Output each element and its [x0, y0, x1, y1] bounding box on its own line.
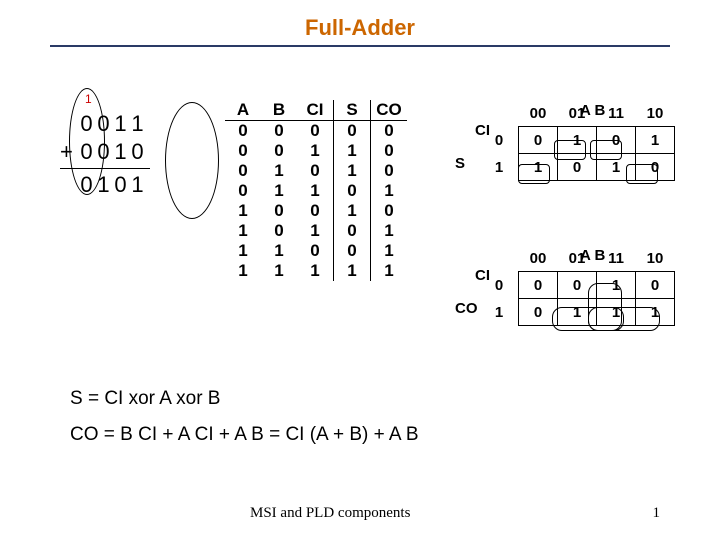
equations: S = CI xor A xor B CO = B CI + A CI + A … — [70, 388, 419, 460]
table-row: 10101 — [225, 221, 407, 241]
kmap-s-output-label: S — [455, 155, 465, 172]
kmap-s: A B CI S 00011110 0 0101 1 1010 — [480, 100, 675, 181]
oval-annotation-2 — [165, 102, 219, 219]
table-row: 00000 — [225, 121, 407, 142]
page-title: Full-Adder — [50, 0, 670, 47]
kmap-row-label: CI — [475, 267, 490, 284]
table-row: 00110 — [225, 141, 407, 161]
carry-digit: 1 — [85, 92, 92, 106]
kmap-col-label: A B — [580, 102, 605, 119]
table-row: 11111 — [225, 261, 407, 281]
kmap-co: A B CI CO 00011110 0 0010 1 0111 — [480, 245, 675, 326]
page-number: 1 — [653, 505, 661, 522]
addition-example: 1 0 0 1 1 + 0 0 1 0 0 1 0 1 — [60, 110, 150, 199]
add-rule — [60, 168, 150, 169]
sum-equation: S = CI xor A xor B — [70, 388, 419, 410]
plus-sign: + — [60, 139, 78, 165]
kmap-col-label: A B — [580, 247, 605, 264]
table-row: 10010 — [225, 201, 407, 221]
carry-equation: CO = B CI + A CI + A B = CI (A + B) + A … — [70, 424, 419, 446]
table-row: 01010 — [225, 161, 407, 181]
addend-1: 0 0 1 1 — [60, 110, 150, 138]
kmap-co-output-label: CO — [455, 300, 478, 317]
kmap-row-label: CI — [475, 122, 490, 139]
addend-2: + 0 0 1 0 — [60, 138, 150, 166]
table-row: 11001 — [225, 241, 407, 261]
truth-header: A B CI S CO — [225, 100, 407, 121]
truth-table: A B CI S CO 00000 00110 01010 01101 1001… — [225, 100, 407, 281]
sum-row: 0 1 0 1 — [60, 171, 150, 199]
footer-text: MSI and PLD components — [250, 505, 410, 522]
table-row: 01101 — [225, 181, 407, 201]
